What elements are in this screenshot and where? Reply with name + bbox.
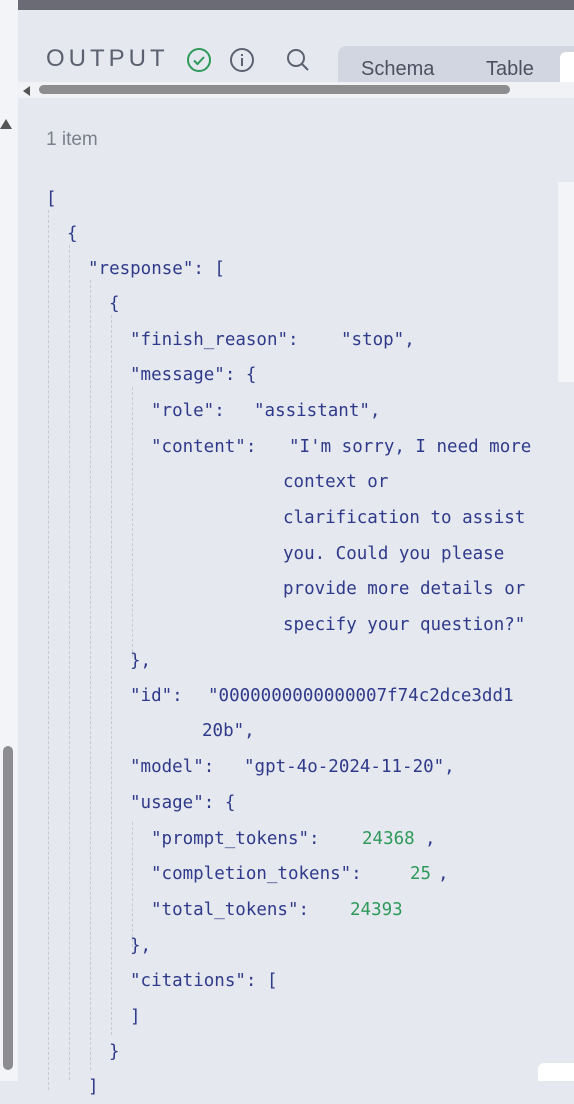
horizontal-scrollbar-thumb[interactable] (39, 85, 510, 94)
json-key-finish-reason: "finish_reason": (130, 330, 299, 350)
json-key-citations: "citations": [ (130, 971, 278, 991)
json-comma: , (438, 864, 449, 884)
right-edge-panel (558, 182, 574, 382)
json-array-open: [ (46, 189, 57, 209)
json-key-response: "response": [ (88, 259, 225, 279)
json-key-completion-tokens: "completion_tokens": (151, 864, 362, 884)
json-value-content-line: you. Could you please (283, 544, 505, 564)
json-key-prompt-tokens: "prompt_tokens": (151, 829, 320, 849)
output-panel: OUTPUT Schema Table 1 item [ { "response… (18, 0, 574, 1097)
json-value-content-line: clarification to assist (283, 508, 526, 528)
json-key-role: "role": (151, 401, 225, 421)
top-bar (18, 0, 574, 10)
json-value-id: "0000000000000007f74c2dce3dd1 (208, 686, 514, 706)
json-object-close: }, (130, 651, 152, 671)
horizontal-scrollbar[interactable] (18, 82, 574, 98)
tab-schema[interactable]: Schema (361, 58, 434, 81)
check-circle-icon (186, 47, 212, 73)
json-comma: , (425, 829, 436, 849)
json-value-model: "gpt-4o-2024-11-20", (244, 757, 455, 777)
json-object-close: }, (130, 936, 152, 956)
json-key-content: "content": (151, 437, 257, 457)
json-key-total-tokens: "total_tokens": (151, 900, 310, 920)
json-array-close: ] (130, 1007, 141, 1027)
json-object-open: { (109, 294, 120, 314)
info-icon[interactable] (229, 47, 255, 73)
search-icon[interactable] (285, 47, 311, 73)
output-title: OUTPUT (46, 45, 169, 72)
json-value-role: "assistant", (254, 401, 381, 421)
indent-guide (69, 245, 70, 1080)
json-value-finish-reason: "stop", (341, 330, 415, 350)
json-value-completion-tokens: 25 (410, 864, 432, 884)
indent-guide (132, 387, 133, 657)
indent-guide (90, 280, 91, 1070)
output-header: OUTPUT Schema Table (18, 10, 574, 92)
left-scrollbar-thumb[interactable] (3, 746, 13, 1070)
json-key-message: "message": { (130, 365, 257, 385)
json-object-open: { (67, 224, 78, 244)
item-count: 1 item (46, 129, 98, 150)
scroll-up-arrow[interactable] (0, 119, 12, 129)
left-pane-edge (0, 0, 18, 1081)
json-value-content-line: context or (283, 472, 389, 492)
json-value-content-line: "I'm sorry, I need more (289, 437, 532, 457)
json-key-id: "id": (130, 686, 183, 706)
json-object-close: } (109, 1042, 120, 1062)
scroll-left-arrow[interactable] (23, 86, 30, 96)
json-value-total-tokens: 24393 (350, 900, 403, 920)
json-key-usage: "usage": { (130, 793, 236, 813)
json-value-content-line: specify your question?" (283, 615, 526, 635)
json-value-id-cont: 20b", (202, 721, 255, 741)
indent-guide (111, 315, 112, 1035)
corner-handle (538, 1063, 574, 1081)
json-key-model: "model": (130, 757, 215, 777)
json-array-close: ] (88, 1077, 99, 1097)
json-value-prompt-tokens: 24368 (362, 829, 415, 849)
tab-table[interactable]: Table (486, 58, 534, 81)
json-value-content-line: provide more details or (283, 579, 526, 599)
indent-guide (48, 210, 49, 1090)
